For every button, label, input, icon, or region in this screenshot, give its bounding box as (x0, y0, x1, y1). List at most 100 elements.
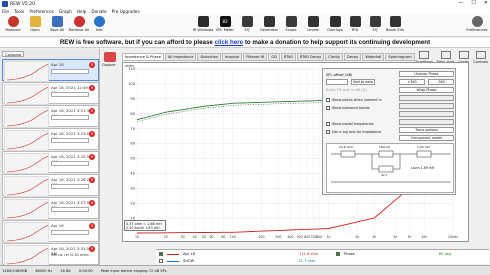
remove-all-button[interactable]: Remove All (68, 16, 90, 36)
menu-preferences[interactable]: Preferences (29, 9, 54, 14)
tab-all-impedance[interactable]: All Impedance (164, 53, 197, 61)
modal-frequencies-checkbox[interactable]: Show modal frequencies (326, 122, 374, 126)
delete-icon[interactable]: ✕ (89, 108, 95, 114)
tab-filtered-ir[interactable]: Filtered IR (243, 53, 268, 61)
component-model-button[interactable]: Component model (399, 135, 454, 141)
legend-checkbox-1[interactable] (159, 252, 163, 256)
minimize-button[interactable]: — (458, 0, 463, 6)
blank-button-3[interactable] (399, 111, 454, 117)
scope-button[interactable]: Scope (280, 16, 302, 36)
menu-pro-upgrades[interactable]: Pro Upgrades (112, 9, 140, 14)
measure-button[interactable]: Measure (2, 16, 24, 36)
blank-button-4[interactable] (399, 119, 454, 125)
capture-icon[interactable] (104, 52, 116, 62)
measurement-item[interactable]: Apr 18, 2021 3:31:59 AM ✕ Tuft cal, ref … (2, 243, 99, 266)
add-to-data-button[interactable]: Add to data (351, 79, 375, 85)
x-tick-label: 7k (407, 235, 411, 239)
legend-checkbox-2[interactable] (336, 252, 340, 256)
measurement-note-field[interactable] (51, 115, 89, 120)
menu-help[interactable]: Help (77, 9, 87, 14)
measurement-item[interactable]: Apr 18, 2021 3:21:36 AM ✕ (2, 105, 99, 128)
tab-clarity[interactable]: Clarity (325, 53, 344, 61)
measurement-item[interactable]: Apr 18, 2021 3:25:55 AM ✕ (2, 151, 99, 174)
blank-button-1[interactable] (399, 95, 454, 101)
tab-gd[interactable]: GD (268, 53, 280, 61)
levels-button[interactable]: Levels (302, 16, 324, 36)
x-tick-label: 50 (202, 235, 206, 239)
collapse-dropdown[interactable]: Collapse (2, 51, 25, 57)
delete-icon[interactable]: ✕ (89, 200, 95, 206)
info-button[interactable]: Info (88, 16, 110, 36)
delete-icon[interactable]: ✕ (89, 154, 95, 160)
measurement-thumbnail (4, 84, 49, 105)
menu-bar: File Tools Preferences Graph Help Donate… (0, 8, 490, 15)
toolbar: Measure Open Save All Remove All Info IR… (0, 15, 490, 37)
measurement-note-field[interactable] (51, 207, 89, 212)
menu-graph[interactable]: Graph (59, 9, 72, 14)
trace-options-button[interactable]: Trace options (399, 127, 454, 133)
delete-icon[interactable]: ✕ (89, 131, 95, 137)
tab-decay[interactable]: Decay (344, 53, 362, 61)
eq2-icon (369, 16, 381, 27)
eq2-button[interactable]: EQ (364, 16, 386, 36)
delete-icon[interactable]: ✕ (89, 85, 95, 91)
measurement-item[interactable]: Apr 18 ✕ (2, 220, 99, 243)
x-tick-label: 500 (297, 235, 303, 239)
unwrap-phase-button[interactable]: Unwrap Phase (399, 71, 454, 77)
plus-360-button[interactable]: +360 (399, 79, 425, 85)
open-button[interactable]: Open (24, 16, 46, 36)
measurement-note-field[interactable] (51, 230, 89, 235)
ir-windows-button[interactable]: IR Windows (192, 16, 214, 36)
log-axis-checkbox[interactable]: Use a log axis for impedance (326, 130, 381, 134)
measurement-thumbnail (4, 107, 49, 128)
measurement-item[interactable]: Apr 18, 2021 3:27:57 AM ✕ (2, 197, 99, 220)
tab-impulse[interactable]: Impulse (222, 53, 243, 61)
delete-icon[interactable]: ✕ (89, 246, 95, 252)
show-points-checkbox[interactable]: Show points when zoomed in (326, 98, 382, 102)
tab-waterfall[interactable]: Waterfall (362, 53, 385, 61)
menu-tools[interactable]: Tools (14, 9, 24, 14)
measurement-note-field[interactable] (51, 184, 89, 189)
donate-link[interactable]: click here (215, 39, 244, 46)
measurement-item[interactable]: Apr 18 ✕ (2, 59, 99, 82)
spl-offset-input[interactable] (326, 79, 348, 85)
tab-rt60[interactable]: RT60 (280, 53, 296, 61)
menu-file[interactable]: File (2, 9, 9, 14)
tab-distortion[interactable]: Distortion (197, 53, 222, 61)
close-button[interactable]: ✕ (484, 0, 488, 6)
tab-rt60-decay[interactable]: RT60 Decay (296, 53, 325, 61)
tab-spectrogram[interactable]: Spectrogram (385, 53, 415, 61)
measurement-item[interactable]: Apr 18, 2021 12:49:49 AM ✕ (2, 82, 99, 105)
delete-icon[interactable]: ✕ (89, 62, 95, 68)
overlays-button[interactable]: Overlays (324, 16, 346, 36)
wrap-phase-button[interactable]: Wrap Phase (399, 87, 454, 93)
measurement-item[interactable]: Apr 18, 2021 3:23:04 AM ✕ (2, 128, 99, 151)
measurement-note-field[interactable] (51, 69, 89, 74)
measurement-note-field[interactable] (51, 138, 89, 143)
blank-button-2[interactable] (399, 103, 454, 109)
spl-meter-button[interactable]: 83 SPL Meter (214, 16, 236, 36)
x-tick-label: 100 (230, 235, 236, 239)
room-sim-button[interactable]: Room Sim (384, 16, 406, 36)
legend-table: Apr 18 111.8 ohm Phase 89 deg SHOW 21.7 … (156, 249, 489, 264)
delete-icon[interactable]: ✕ (89, 223, 95, 229)
tolerance-bands-checkbox[interactable]: Show tolerance bands (326, 106, 370, 110)
eq-button[interactable]: EQ (236, 16, 258, 36)
generator-button[interactable]: Generator (258, 16, 280, 36)
rta-button[interactable]: RTA (344, 16, 366, 36)
measurement-note-field[interactable] (51, 161, 89, 166)
tab-impedance-phase[interactable]: Impedance & Phase (122, 53, 164, 61)
legend-swatch-1 (167, 253, 179, 255)
minus-360-button[interactable]: -360 (428, 79, 454, 85)
preferences-button[interactable]: Preferences (465, 16, 489, 36)
legend-checkbox-3[interactable] (159, 259, 163, 263)
measurement-note-field[interactable] (51, 92, 89, 97)
menu-donate[interactable]: Donate (91, 9, 106, 14)
measurement-item[interactable]: Apr 18, 2021 3:26:20 AM ✕ (2, 174, 99, 197)
save-all-button[interactable]: Save All (46, 16, 68, 36)
controls-button[interactable]: Controls (473, 51, 488, 64)
y-tick-label: 40 (130, 172, 135, 176)
delete-icon[interactable]: ✕ (89, 177, 95, 183)
maximize-button[interactable]: ☐ (471, 0, 475, 6)
measurement-note: Tuft cal, ref 32.63 ohms (51, 253, 89, 257)
